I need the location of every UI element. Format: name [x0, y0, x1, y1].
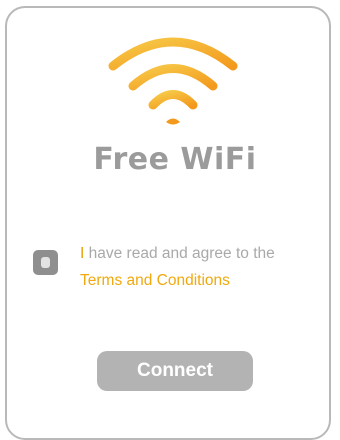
- connect-button[interactable]: Connect: [97, 351, 253, 391]
- agreement-text: I have read and agree to the Terms and C…: [80, 240, 330, 294]
- agreement-text-rest: have read and agree to the: [84, 245, 275, 262]
- page-title: Free WiFi: [93, 142, 257, 177]
- terms-link[interactable]: Terms and Conditions: [80, 272, 230, 289]
- agree-checkbox[interactable]: [33, 250, 58, 275]
- wifi-icon: [108, 37, 238, 125]
- checkbox-icon: [41, 257, 50, 268]
